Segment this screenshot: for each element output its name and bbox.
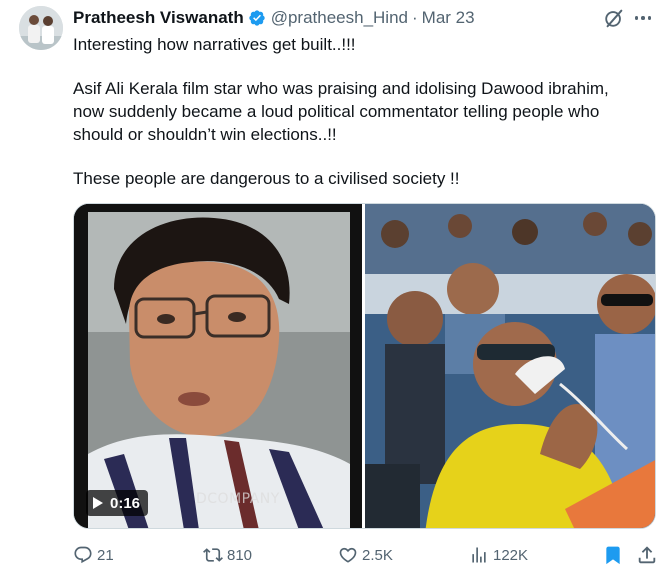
like-count: 2.5K [362, 546, 393, 564]
tweet-text-line: Asif Ali Kerala film star who was praisi… [73, 79, 609, 98]
views-button[interactable]: 122K [469, 543, 528, 567]
bookmark-icon[interactable] [603, 545, 623, 565]
video-thumbnail [74, 204, 362, 528]
tweet-text-line: Interesting how narratives get built..!!… [73, 35, 356, 54]
avatar[interactable] [19, 6, 63, 50]
repost-icon [203, 548, 223, 562]
video-duration: 0:16 [110, 494, 141, 512]
more-icon[interactable] [630, 6, 656, 30]
grok-icon[interactable] [603, 7, 625, 29]
author-handle[interactable]: @pratheesh_Hind [271, 8, 408, 28]
tweet-date[interactable]: Mar 23 [422, 8, 475, 28]
tweet-text-line: should or shouldn’t win elections..!! [73, 125, 337, 144]
reply-count: 21 [97, 546, 114, 564]
tweet-actions: 21 810 2.5K 122K [73, 543, 656, 567]
like-icon [339, 547, 357, 563]
photo[interactable] [365, 204, 655, 528]
reply-button[interactable]: 21 [73, 543, 114, 567]
video-duration-badge[interactable]: 0:16 [86, 490, 149, 516]
author-name[interactable]: Pratheesh Viswanath [73, 8, 244, 28]
tweet-header: Pratheesh Viswanath @pratheesh_Hind · Ma… [73, 7, 475, 29]
photo-image [365, 204, 655, 528]
views-icon [472, 547, 486, 563]
separator-dot: · [412, 8, 418, 27]
repost-button[interactable]: 810 [203, 543, 252, 567]
video-watermark: DCOMPANY [196, 491, 280, 507]
video-player[interactable]: DCOMPANY 0:16 [74, 204, 362, 528]
like-button[interactable]: 2.5K [338, 543, 393, 567]
reply-icon [74, 546, 92, 564]
tweet-text-line: now suddenly became a loud political com… [73, 102, 600, 121]
play-icon [93, 497, 103, 509]
share-icon[interactable] [636, 544, 658, 566]
media-gallery: DCOMPANY 0:16 [73, 203, 656, 529]
views-count: 122K [493, 546, 529, 564]
verified-badge-icon[interactable] [248, 9, 266, 27]
repost-count: 810 [227, 546, 253, 564]
tweet-text-line: These people are dangerous to a civilise… [73, 169, 460, 188]
